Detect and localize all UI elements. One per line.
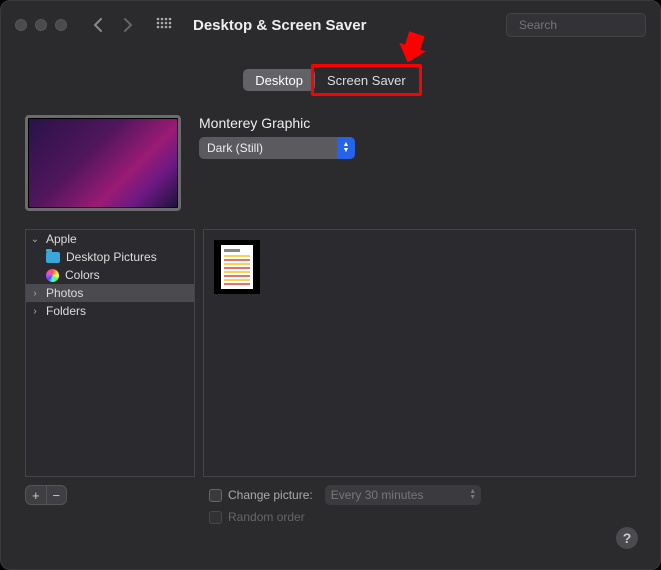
search-input[interactable] xyxy=(519,18,661,32)
back-button[interactable] xyxy=(87,14,109,36)
random-order-label: Random order xyxy=(228,510,305,524)
tab-screen-saver[interactable]: Screen Saver xyxy=(315,69,418,91)
window-controls xyxy=(15,19,67,31)
variant-select[interactable]: Dark (Still) ▲▼ xyxy=(199,137,355,159)
titlebar: Desktop & Screen Saver xyxy=(1,1,660,49)
random-order-row: Random order xyxy=(209,510,481,524)
tab-bar: Desktop Screen Saver xyxy=(1,69,660,91)
wallpaper-preview xyxy=(25,115,181,211)
show-all-icon[interactable] xyxy=(153,14,175,36)
change-picture-row: Change picture: Every 30 minutes ▲▼ xyxy=(209,485,481,505)
source-label: Folders xyxy=(46,304,86,318)
chevron-right-icon: › xyxy=(30,306,40,317)
wallpaper-name: Monterey Graphic xyxy=(199,115,636,131)
chevron-down-icon: ⌄ xyxy=(30,234,40,245)
zoom-light[interactable] xyxy=(55,19,67,31)
source-desktop-pictures[interactable]: Desktop Pictures xyxy=(26,248,194,266)
chevron-right-icon: › xyxy=(30,288,40,299)
source-label: Colors xyxy=(65,268,100,282)
source-label: Apple xyxy=(46,232,77,246)
remove-button[interactable]: − xyxy=(47,486,67,504)
source-colors[interactable]: Colors xyxy=(26,266,194,284)
forward-button[interactable] xyxy=(117,14,139,36)
arrow-indicator-icon xyxy=(390,31,428,72)
select-stepper-icon: ▲▼ xyxy=(465,485,481,505)
source-folders[interactable]: › Folders xyxy=(26,302,194,320)
source-label: Desktop Pictures xyxy=(66,250,157,264)
random-order-checkbox xyxy=(209,511,222,524)
thumbnail-grid xyxy=(203,229,636,477)
source-list: ⌄ Apple Desktop Pictures Colors › Photos… xyxy=(25,229,195,477)
folder-icon xyxy=(46,252,60,263)
window-title: Desktop & Screen Saver xyxy=(193,17,366,34)
source-label: Photos xyxy=(46,286,83,300)
add-button[interactable]: + xyxy=(26,486,47,504)
change-picture-checkbox[interactable] xyxy=(209,489,222,502)
picture-thumbnail[interactable] xyxy=(214,240,260,294)
help-button[interactable]: ? xyxy=(616,527,638,549)
interval-value: Every 30 minutes xyxy=(331,488,424,502)
select-stepper-icon: ▲▼ xyxy=(337,137,355,159)
minimize-light[interactable] xyxy=(35,19,47,31)
variant-select-value: Dark (Still) xyxy=(207,141,263,155)
search-field[interactable] xyxy=(506,13,646,37)
source-photos[interactable]: › Photos xyxy=(26,284,194,302)
add-remove-buttons: + − xyxy=(25,485,67,505)
thumbnail-image xyxy=(221,245,253,289)
change-picture-label: Change picture: xyxy=(228,488,313,502)
color-wheel-icon xyxy=(46,269,59,282)
interval-select[interactable]: Every 30 minutes ▲▼ xyxy=(325,485,481,505)
tab-desktop[interactable]: Desktop xyxy=(243,69,315,91)
source-apple[interactable]: ⌄ Apple xyxy=(26,230,194,248)
close-light[interactable] xyxy=(15,19,27,31)
